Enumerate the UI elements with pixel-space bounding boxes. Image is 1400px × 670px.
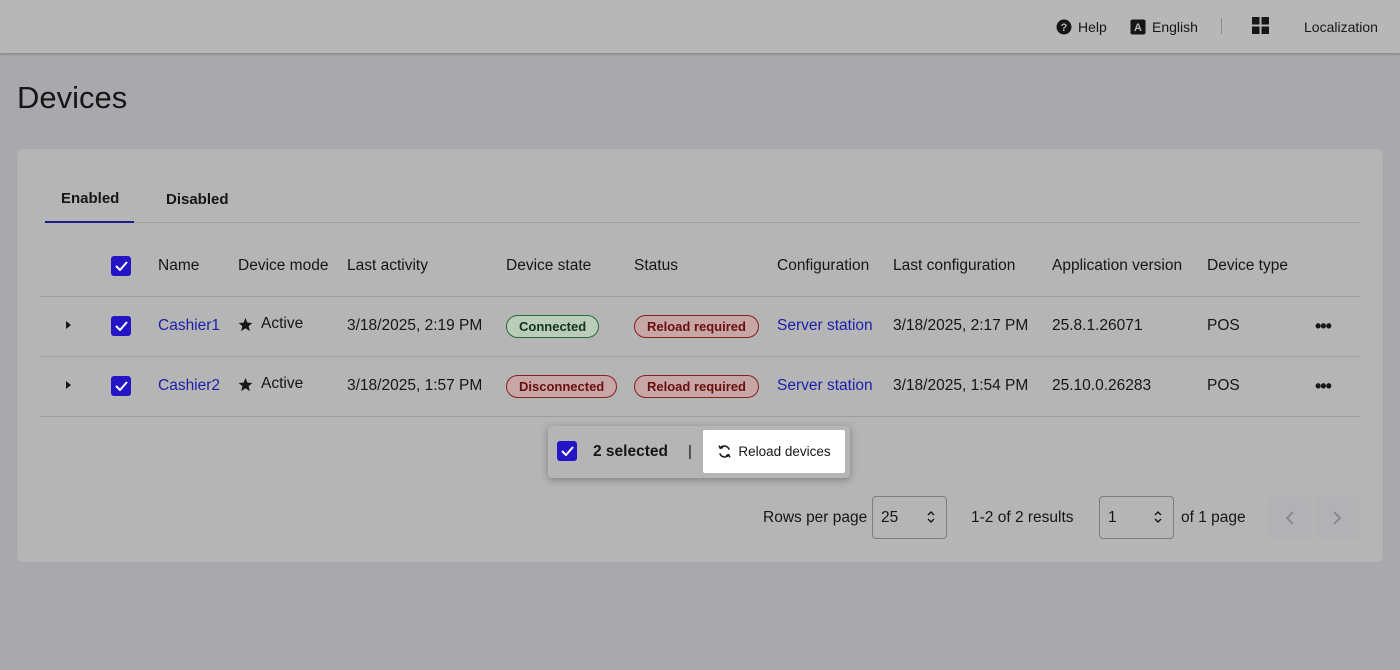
status-badge: Reload required: [634, 374, 759, 398]
device-mode-label: Active: [261, 315, 304, 333]
table-row: Cashier1 Active 3/18/2025, 2:19 PM Conne…: [40, 296, 1360, 357]
device-state-badge: Disconnected: [506, 374, 618, 398]
toolbar-divider: |: [688, 443, 692, 460]
device-type: POS: [1207, 356, 1315, 417]
grid-icon: [1252, 16, 1269, 37]
expand-row-button[interactable]: [60, 380, 76, 390]
chevron-left-icon: [1285, 510, 1294, 525]
device-state-badge: Connected: [506, 314, 600, 338]
previous-page-button[interactable]: [1268, 496, 1312, 539]
status-badge: Reload required: [634, 314, 759, 338]
language-selector[interactable]: A English: [1130, 0, 1198, 53]
reload-devices-button[interactable]: Reload devices: [703, 430, 845, 473]
language-icon: A: [1130, 19, 1146, 35]
row-checkbox[interactable]: [111, 316, 131, 336]
svg-text:A: A: [1134, 22, 1142, 34]
page-title: Devices: [17, 80, 128, 115]
column-header-device-mode[interactable]: Device mode: [238, 237, 347, 297]
star-icon: [238, 377, 253, 391]
page-select[interactable]: 1: [1099, 496, 1174, 539]
device-name-link[interactable]: Cashier2: [158, 377, 220, 394]
column-header-status[interactable]: Status: [634, 237, 777, 297]
device-name-link[interactable]: Cashier1: [158, 317, 220, 334]
reload-devices-label: Reload devices: [738, 444, 831, 459]
localization-label: Localization: [1304, 18, 1378, 35]
rows-per-page-select[interactable]: 25: [872, 496, 947, 539]
header-select-cell: [111, 237, 158, 297]
column-header-device-type[interactable]: Device type: [1207, 237, 1315, 297]
help-icon: ?: [1056, 19, 1072, 35]
column-header-configuration[interactable]: Configuration: [777, 237, 893, 297]
star-icon: [238, 317, 253, 331]
last-activity: 3/18/2025, 2:19 PM: [347, 296, 506, 357]
devices-card: Enabled Disabled Name Device mode Last a…: [17, 149, 1383, 562]
row-actions-menu-icon[interactable]: •••: [1315, 376, 1332, 396]
device-mode-label: Active: [261, 375, 304, 393]
chevron-right-icon: [1333, 510, 1342, 525]
column-header-device-state[interactable]: Device state: [506, 237, 634, 297]
refresh-icon: [718, 445, 731, 458]
help-link[interactable]: ? Help: [1056, 0, 1107, 53]
caret-right-icon: [66, 381, 71, 389]
selected-count: 2 selected: [593, 443, 668, 460]
configuration-link[interactable]: Server station: [777, 317, 873, 334]
header-divider: [1221, 18, 1222, 34]
tab-enabled[interactable]: Enabled: [45, 175, 134, 223]
row-actions-menu-icon[interactable]: •••: [1315, 316, 1332, 336]
tab-disabled[interactable]: Disabled: [150, 175, 245, 223]
last-activity: 3/18/2025, 1:57 PM: [347, 356, 506, 417]
devices-table: Name Device mode Last activity Device st…: [40, 237, 1360, 417]
table-row: Cashier2 Active 3/18/2025, 1:57 PM Disco…: [40, 356, 1360, 417]
top-header: ? Help A English Localization: [0, 0, 1400, 53]
device-mode: Active: [238, 315, 303, 333]
last-configuration: 3/18/2025, 1:54 PM: [893, 356, 1052, 417]
rows-per-page-value: 25: [881, 508, 899, 526]
select-chevron-icon: [1154, 511, 1162, 523]
table-header-row: Name Device mode Last activity Device st…: [40, 237, 1360, 297]
app-switcher-button[interactable]: [1252, 0, 1269, 53]
configuration-link[interactable]: Server station: [777, 377, 873, 394]
last-configuration: 3/18/2025, 2:17 PM: [893, 296, 1052, 357]
rows-per-page-label: Rows per page: [763, 508, 868, 526]
caret-right-icon: [66, 321, 71, 329]
selection-toolbar: 2 selected | Reload devices: [548, 426, 850, 478]
page-count-label: of 1 page: [1181, 508, 1246, 526]
localization-link[interactable]: Localization: [1304, 0, 1378, 53]
svg-text:?: ?: [1061, 22, 1068, 34]
column-header-application-version[interactable]: Application version: [1052, 237, 1207, 297]
page-value: 1: [1108, 508, 1117, 526]
column-header-last-configuration[interactable]: Last configuration: [893, 237, 1052, 297]
header-expander-cell: [40, 237, 111, 297]
application-version: 25.8.1.26071: [1052, 296, 1207, 357]
column-header-name[interactable]: Name: [158, 237, 238, 297]
help-label: Help: [1078, 18, 1107, 35]
next-page-button[interactable]: [1315, 496, 1359, 539]
device-type: POS: [1207, 296, 1315, 357]
column-header-last-activity[interactable]: Last activity: [347, 237, 506, 297]
select-all-checkbox[interactable]: [111, 256, 131, 277]
expand-row-button[interactable]: [60, 320, 76, 330]
device-mode: Active: [238, 375, 303, 393]
language-label: English: [1152, 18, 1198, 35]
tab-bar: Enabled Disabled: [45, 175, 1359, 223]
application-version: 25.10.0.26283: [1052, 356, 1207, 417]
selection-checkbox[interactable]: [557, 441, 577, 461]
row-checkbox[interactable]: [111, 376, 131, 396]
header-actions-cell: [1315, 237, 1360, 297]
results-summary: 1-2 of 2 results: [971, 508, 1074, 526]
select-chevron-icon: [927, 511, 935, 523]
